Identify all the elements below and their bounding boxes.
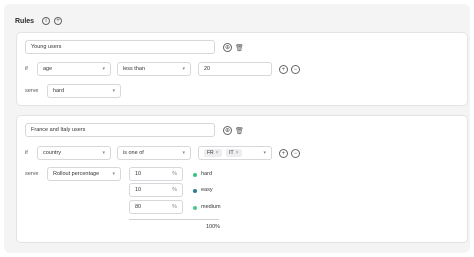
rule-name-input[interactable]: Young users bbox=[25, 40, 215, 54]
if-label: if bbox=[25, 66, 28, 72]
rule-name-text: France and Italy users bbox=[31, 127, 86, 133]
if-label: if bbox=[25, 150, 28, 156]
chevron-down-icon: ▾ bbox=[263, 150, 266, 156]
total-divider bbox=[129, 219, 219, 220]
serve-label: serve bbox=[25, 171, 39, 177]
crosshair-icon[interactable]: ⊕ bbox=[223, 43, 232, 52]
operator-value: is one of bbox=[123, 150, 144, 156]
rollout-percent-input-easy[interactable]: 10 % bbox=[129, 183, 183, 197]
crosshair-icon[interactable]: ⊕ bbox=[223, 126, 232, 135]
percent-sign: % bbox=[172, 187, 177, 193]
remove-condition-icon[interactable]: − bbox=[291, 65, 300, 74]
serve-select[interactable]: Rollout percentage ▾ bbox=[47, 167, 121, 181]
tag-it[interactable]: IT × bbox=[226, 149, 242, 157]
remove-condition-icon[interactable]: − bbox=[291, 149, 300, 158]
trash-icon[interactable]: 🗑 bbox=[235, 43, 244, 52]
info-icon[interactable]: i bbox=[42, 17, 51, 25]
operator-select[interactable]: less than ▾ bbox=[117, 62, 191, 76]
attribute-value: age bbox=[43, 66, 53, 72]
attribute-value: country bbox=[43, 150, 62, 156]
condition-value-input[interactable]: 20 bbox=[198, 62, 272, 76]
percent-sign: % bbox=[172, 204, 177, 210]
rule-name-text: Young users bbox=[31, 44, 62, 50]
percent-sign: % bbox=[172, 171, 177, 177]
plus-circle-icon[interactable]: + bbox=[54, 17, 63, 25]
trash-icon[interactable]: 🗑 bbox=[235, 126, 244, 135]
rollout-percent-input-medium[interactable]: 80 % bbox=[129, 200, 183, 214]
rule-name-input[interactable]: France and Italy users bbox=[25, 123, 215, 137]
chevron-down-icon: ▾ bbox=[182, 66, 185, 72]
rules-header: Rules i + bbox=[15, 15, 66, 27]
serve-label: serve bbox=[25, 88, 39, 94]
rules-title: Rules bbox=[15, 17, 35, 25]
variation-label-easy: easy bbox=[201, 187, 213, 193]
serve-select[interactable]: hard ▾ bbox=[47, 84, 121, 98]
operator-select[interactable]: is one of ▾ bbox=[117, 146, 191, 160]
variation-dot-hard bbox=[193, 173, 197, 177]
rule-card-france-italy: France and Italy users ⊕ 🗑 if country ▾ … bbox=[16, 115, 468, 243]
serve-value: hard bbox=[53, 88, 65, 94]
chevron-down-icon: ▾ bbox=[112, 171, 115, 177]
rule-card-young-users: Young users ⊕ 🗑 if age ▾ less than ▾ 20 … bbox=[16, 32, 468, 106]
chevron-down-icon: ▾ bbox=[182, 150, 185, 156]
condition-value-text: 20 bbox=[204, 66, 211, 72]
add-condition-icon[interactable]: + bbox=[279, 149, 288, 158]
rules-panel: Rules i + Young users ⊕ 🗑 if age ▾ less … bbox=[4, 4, 470, 253]
rollout-total: 100% bbox=[206, 224, 221, 230]
close-icon[interactable]: × bbox=[236, 150, 239, 156]
operator-value: less than bbox=[123, 66, 146, 72]
serve-value: Rollout percentage bbox=[53, 171, 100, 177]
tag-list: FR × IT × bbox=[204, 149, 245, 157]
chevron-down-icon: ▾ bbox=[102, 66, 105, 72]
country-multiselect[interactable]: FR × IT × ▾ bbox=[198, 146, 272, 160]
variation-label-medium: medium bbox=[201, 204, 221, 210]
variation-label-hard: hard bbox=[201, 171, 213, 177]
attribute-select[interactable]: country ▾ bbox=[37, 146, 111, 160]
chevron-down-icon: ▾ bbox=[112, 88, 115, 94]
variation-dot-easy bbox=[193, 189, 197, 193]
rollout-percent-input-hard[interactable]: 10 % bbox=[129, 167, 183, 181]
tag-fr[interactable]: FR × bbox=[204, 149, 222, 157]
variation-dot-medium bbox=[193, 206, 197, 210]
attribute-select[interactable]: age ▾ bbox=[37, 62, 111, 76]
chevron-down-icon: ▾ bbox=[102, 150, 105, 156]
close-icon[interactable]: × bbox=[216, 150, 219, 156]
add-condition-icon[interactable]: + bbox=[279, 65, 288, 74]
